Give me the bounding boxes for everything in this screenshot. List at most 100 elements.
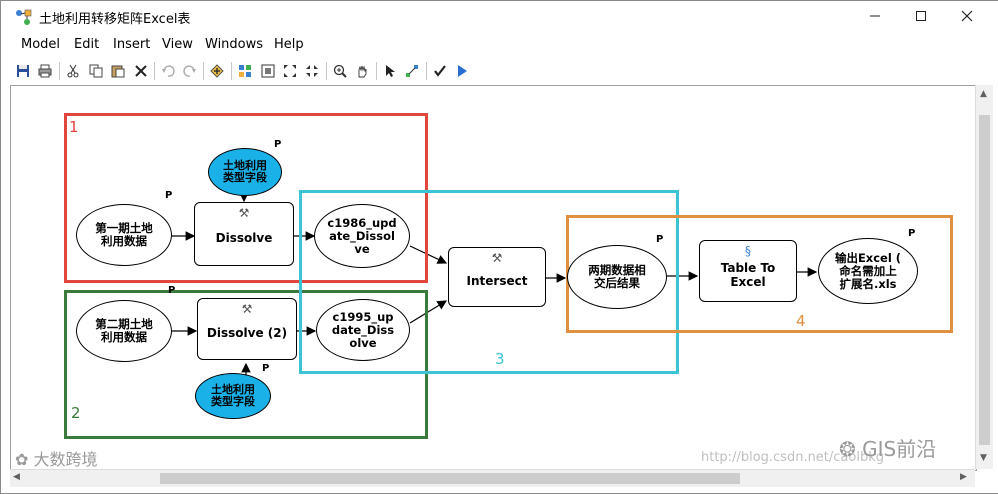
group-label-1: 1: [69, 118, 79, 136]
print-icon: [38, 64, 52, 78]
intersect-tool[interactable]: ⚒ Intersect: [448, 247, 546, 307]
watermark-bottom-left: ✿ 大数跨境: [15, 446, 98, 470]
auto-layout-button[interactable]: [236, 62, 254, 80]
validate-icon: [434, 65, 446, 77]
model-builder-app-icon: [16, 9, 32, 25]
validate-button[interactable]: [431, 62, 449, 80]
menu-model[interactable]: Model: [21, 37, 60, 52]
vertical-scroll-thumb[interactable]: [979, 115, 990, 445]
pan-button[interactable]: [353, 62, 371, 80]
hammer-icon: ⚒: [491, 251, 503, 265]
run-icon: [458, 65, 467, 77]
menu-view[interactable]: View: [162, 37, 193, 52]
model-builder-window: 土地利用转移矩阵Excel表 Model Edit Insert View Wi…: [0, 0, 998, 494]
parameter-marker: P: [168, 285, 176, 296]
output-c1986-dissolve[interactable]: c1986_upd ate_Dissol ve: [314, 204, 410, 268]
zoom-in-fixed-icon: [284, 65, 296, 77]
hammer-icon: ⚒: [241, 302, 253, 316]
parameter-marker: P: [274, 139, 282, 150]
window-title: 土地利用转移矩阵Excel表: [39, 12, 191, 27]
group-label-2: 2: [71, 404, 81, 422]
table-to-excel-tool[interactable]: § Table To Excel: [699, 240, 797, 302]
redo-icon: [183, 65, 196, 77]
close-icon: [961, 10, 973, 22]
dissolve-tool[interactable]: ⚒ Dissolve: [194, 202, 294, 266]
menu-insert[interactable]: Insert: [113, 37, 150, 52]
minimize-icon: [870, 15, 880, 17]
watermark-bottom-right: ❂ GIS前沿: [839, 433, 936, 462]
toolbar-separator: [376, 62, 377, 80]
scroll-left-icon[interactable]: ◀: [13, 472, 20, 482]
scroll-right-icon[interactable]: ▶: [960, 472, 967, 482]
input-second-period-landuse[interactable]: 第二期土地 利用数据: [76, 300, 172, 362]
wechat-icon: ❂: [839, 437, 856, 461]
print-button[interactable]: [36, 62, 54, 80]
undo-button[interactable]: [159, 62, 177, 80]
toolbar-separator: [154, 62, 155, 80]
select-icon: [386, 65, 395, 77]
close-button[interactable]: [944, 1, 990, 31]
auto-layout-icon: [239, 65, 251, 77]
connect-icon: [406, 65, 418, 77]
dissolve-2-tool[interactable]: ⚒ Dissolve (2): [197, 298, 297, 360]
save-icon: [17, 65, 29, 77]
cut-button[interactable]: [64, 62, 82, 80]
dissolve-tool-label: Dissolve: [215, 231, 273, 245]
zoom-out-fixed-button[interactable]: [303, 62, 321, 80]
hammer-icon: ⚒: [238, 206, 250, 220]
watermark-bottom-right-text: GIS前沿: [862, 437, 937, 461]
menu-help[interactable]: Help: [274, 37, 304, 52]
paste-button[interactable]: [109, 62, 127, 80]
parameter-marker: P: [262, 363, 270, 374]
paste-icon: [111, 65, 125, 78]
save-button[interactable]: [14, 62, 32, 80]
landuse-type-field-1[interactable]: 土地利用 类型字段: [208, 148, 282, 196]
add-data-icon: [210, 64, 224, 78]
model-canvas[interactable]: 1 2 3 4 第一期土地 利用数据 P 土地利用 类型字段 P ⚒ Disso…: [10, 85, 977, 471]
watermark-bottom-left-text: 大数跨境: [33, 450, 98, 469]
intersect-result[interactable]: 两期数据相 交后结果: [567, 245, 667, 309]
zoom-in-button[interactable]: [331, 62, 349, 80]
input-first-period-landuse[interactable]: 第一期土地 利用数据: [76, 204, 172, 266]
undo-icon: [162, 65, 175, 77]
zoom-in-fixed-button[interactable]: [281, 62, 299, 80]
menu-edit[interactable]: Edit: [74, 37, 99, 52]
parameter-marker: P: [165, 190, 173, 201]
add-data-button[interactable]: [208, 62, 226, 80]
toolbar-separator: [426, 62, 427, 80]
dissolve-2-tool-label: Dissolve (2): [206, 326, 288, 340]
minimize-button[interactable]: [852, 1, 898, 31]
scroll-up-icon[interactable]: ▲: [980, 89, 987, 99]
group-label-3: 3: [495, 350, 505, 368]
horizontal-scrollbar[interactable]: ◀ ▶: [10, 469, 975, 487]
full-extent-button[interactable]: [259, 62, 277, 80]
select-button[interactable]: [381, 62, 399, 80]
run-button[interactable]: [453, 62, 471, 80]
delete-icon: [135, 65, 147, 77]
connect-button[interactable]: [403, 62, 421, 80]
delete-button[interactable]: [132, 62, 150, 80]
maximize-icon: [916, 11, 926, 21]
copy-button[interactable]: [87, 62, 105, 80]
parameter-marker: P: [656, 234, 664, 245]
script-tool-icon: §: [745, 244, 751, 258]
excel-output-file[interactable]: 输出Excel ( 命名需加上 扩展名.xls: [818, 238, 918, 304]
landuse-type-field-2[interactable]: 土地利用 类型字段: [195, 373, 271, 419]
intersect-tool-label: Intersect: [466, 274, 528, 288]
table-to-excel-label: Table To Excel: [720, 261, 776, 289]
vertical-scrollbar[interactable]: ▲ ▼: [975, 85, 993, 469]
menu-windows[interactable]: Windows: [205, 37, 263, 52]
output-c1995-dissolve[interactable]: c1995_up date_Diss olve: [316, 299, 410, 361]
copy-icon: [89, 64, 103, 78]
full-extent-icon: [261, 64, 275, 78]
scroll-down-icon[interactable]: ▼: [980, 453, 987, 463]
toolbar-separator: [326, 62, 327, 80]
horizontal-scroll-thumb[interactable]: [160, 473, 740, 484]
toolbar-separator: [59, 62, 60, 80]
maximize-button[interactable]: [898, 1, 944, 31]
redo-button[interactable]: [181, 62, 199, 80]
cut-icon: [67, 64, 79, 78]
parameter-marker: P: [908, 228, 916, 239]
pan-icon: [358, 65, 367, 78]
menu-bar: Model Edit Insert View Windows Help: [1, 34, 998, 56]
